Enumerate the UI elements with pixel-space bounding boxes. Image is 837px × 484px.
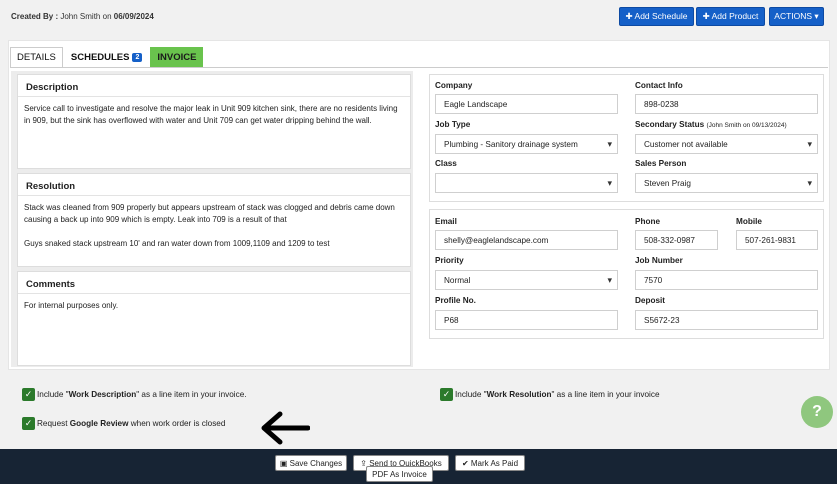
- arrow-left-icon: [261, 411, 310, 445]
- include-description-checkbox[interactable]: ✓: [22, 388, 35, 401]
- comments-text[interactable]: For internal purposes only.: [18, 294, 410, 318]
- description-card: Description Service call to investigate …: [17, 74, 411, 169]
- resolution-title: Resolution: [18, 174, 410, 196]
- add-product-button[interactable]: ✚ Add Product: [696, 7, 765, 26]
- company-label: Company: [435, 81, 473, 90]
- tab-bar: DETAILS SCHEDULES 2 INVOICE: [10, 47, 205, 67]
- include-resolution-checkbox[interactable]: ✓: [440, 388, 453, 401]
- sales-person-select[interactable]: Steven Praig: [635, 173, 818, 193]
- contact-info-label: Contact Info: [635, 81, 683, 90]
- job-type-select[interactable]: Plumbing - Sanitory drainage system: [435, 134, 618, 154]
- google-review-label: Request Google Review when work order is…: [37, 419, 226, 428]
- tab-schedules[interactable]: SCHEDULES 2: [64, 47, 149, 67]
- class-label: Class: [435, 159, 457, 168]
- resolution-card: Resolution Stack was cleaned from 909 pr…: [17, 173, 411, 267]
- profile-no-label: Profile No.: [435, 296, 476, 305]
- created-by-text: Created By : John Smith on 06/09/2024: [11, 12, 154, 21]
- job-number-label: Job Number: [635, 256, 683, 265]
- resolution-text[interactable]: Stack was cleaned from 909 properly but …: [18, 196, 410, 256]
- tab-divider: [10, 67, 828, 68]
- save-changes-button[interactable]: ▣ Save Changes: [275, 455, 347, 471]
- class-select[interactable]: [435, 173, 618, 193]
- job-type-label: Job Type: [435, 120, 471, 129]
- job-number-field[interactable]: 7570: [635, 270, 818, 290]
- top-bar: Created By : John Smith on 06/09/2024 ✚ …: [0, 0, 837, 34]
- add-schedule-button[interactable]: ✚ Add Schedule: [619, 7, 694, 26]
- mark-as-paid-button[interactable]: ✔ Mark As Paid: [455, 455, 525, 471]
- profile-no-field[interactable]: P68: [435, 310, 618, 330]
- mobile-label: Mobile: [736, 217, 762, 226]
- comments-title: Comments: [18, 272, 410, 294]
- check-icon: ✓: [24, 418, 33, 428]
- secondary-status-label: Secondary Status (John Smith on 09/13/20…: [635, 120, 787, 129]
- deposit-field[interactable]: S5672-23: [635, 310, 818, 330]
- google-review-checkbox[interactable]: ✓: [22, 417, 35, 430]
- priority-select[interactable]: Normal: [435, 270, 618, 290]
- actions-dropdown[interactable]: ACTIONS ▾: [769, 7, 824, 26]
- help-icon[interactable]: ?: [801, 396, 833, 428]
- check-icon: ✓: [442, 389, 451, 399]
- include-description-label: Include "Work Description" as a line ite…: [37, 390, 247, 399]
- include-resolution-label: Include "Work Resolution" as a line item…: [455, 390, 660, 399]
- email-field[interactable]: shelly@eaglelandscape.com: [435, 230, 618, 250]
- check-icon: ✓: [24, 389, 33, 399]
- email-label: Email: [435, 217, 457, 226]
- sales-person-label: Sales Person: [635, 159, 687, 168]
- description-title: Description: [18, 75, 410, 97]
- floppy-icon: ▣: [279, 458, 290, 468]
- description-text[interactable]: Service call to investigate and resolve …: [18, 97, 410, 133]
- mobile-field[interactable]: 507-261-9831: [736, 230, 818, 250]
- schedules-count-badge: 2: [132, 52, 143, 62]
- tab-details[interactable]: DETAILS: [10, 47, 63, 67]
- company-field[interactable]: Eagle Landscape: [435, 94, 618, 114]
- phone-field[interactable]: 508-332-0987: [635, 230, 718, 250]
- contact-info-field[interactable]: 898-0238: [635, 94, 818, 114]
- pdf-as-invoice-button[interactable]: PDF As Invoice: [366, 466, 433, 482]
- tab-invoice[interactable]: INVOICE: [150, 47, 204, 67]
- priority-label: Priority: [435, 256, 464, 265]
- secondary-status-select[interactable]: Customer not available: [635, 134, 818, 154]
- comments-card: Comments For internal purposes only.: [17, 271, 411, 366]
- deposit-label: Deposit: [635, 296, 666, 305]
- phone-label: Phone: [635, 217, 661, 226]
